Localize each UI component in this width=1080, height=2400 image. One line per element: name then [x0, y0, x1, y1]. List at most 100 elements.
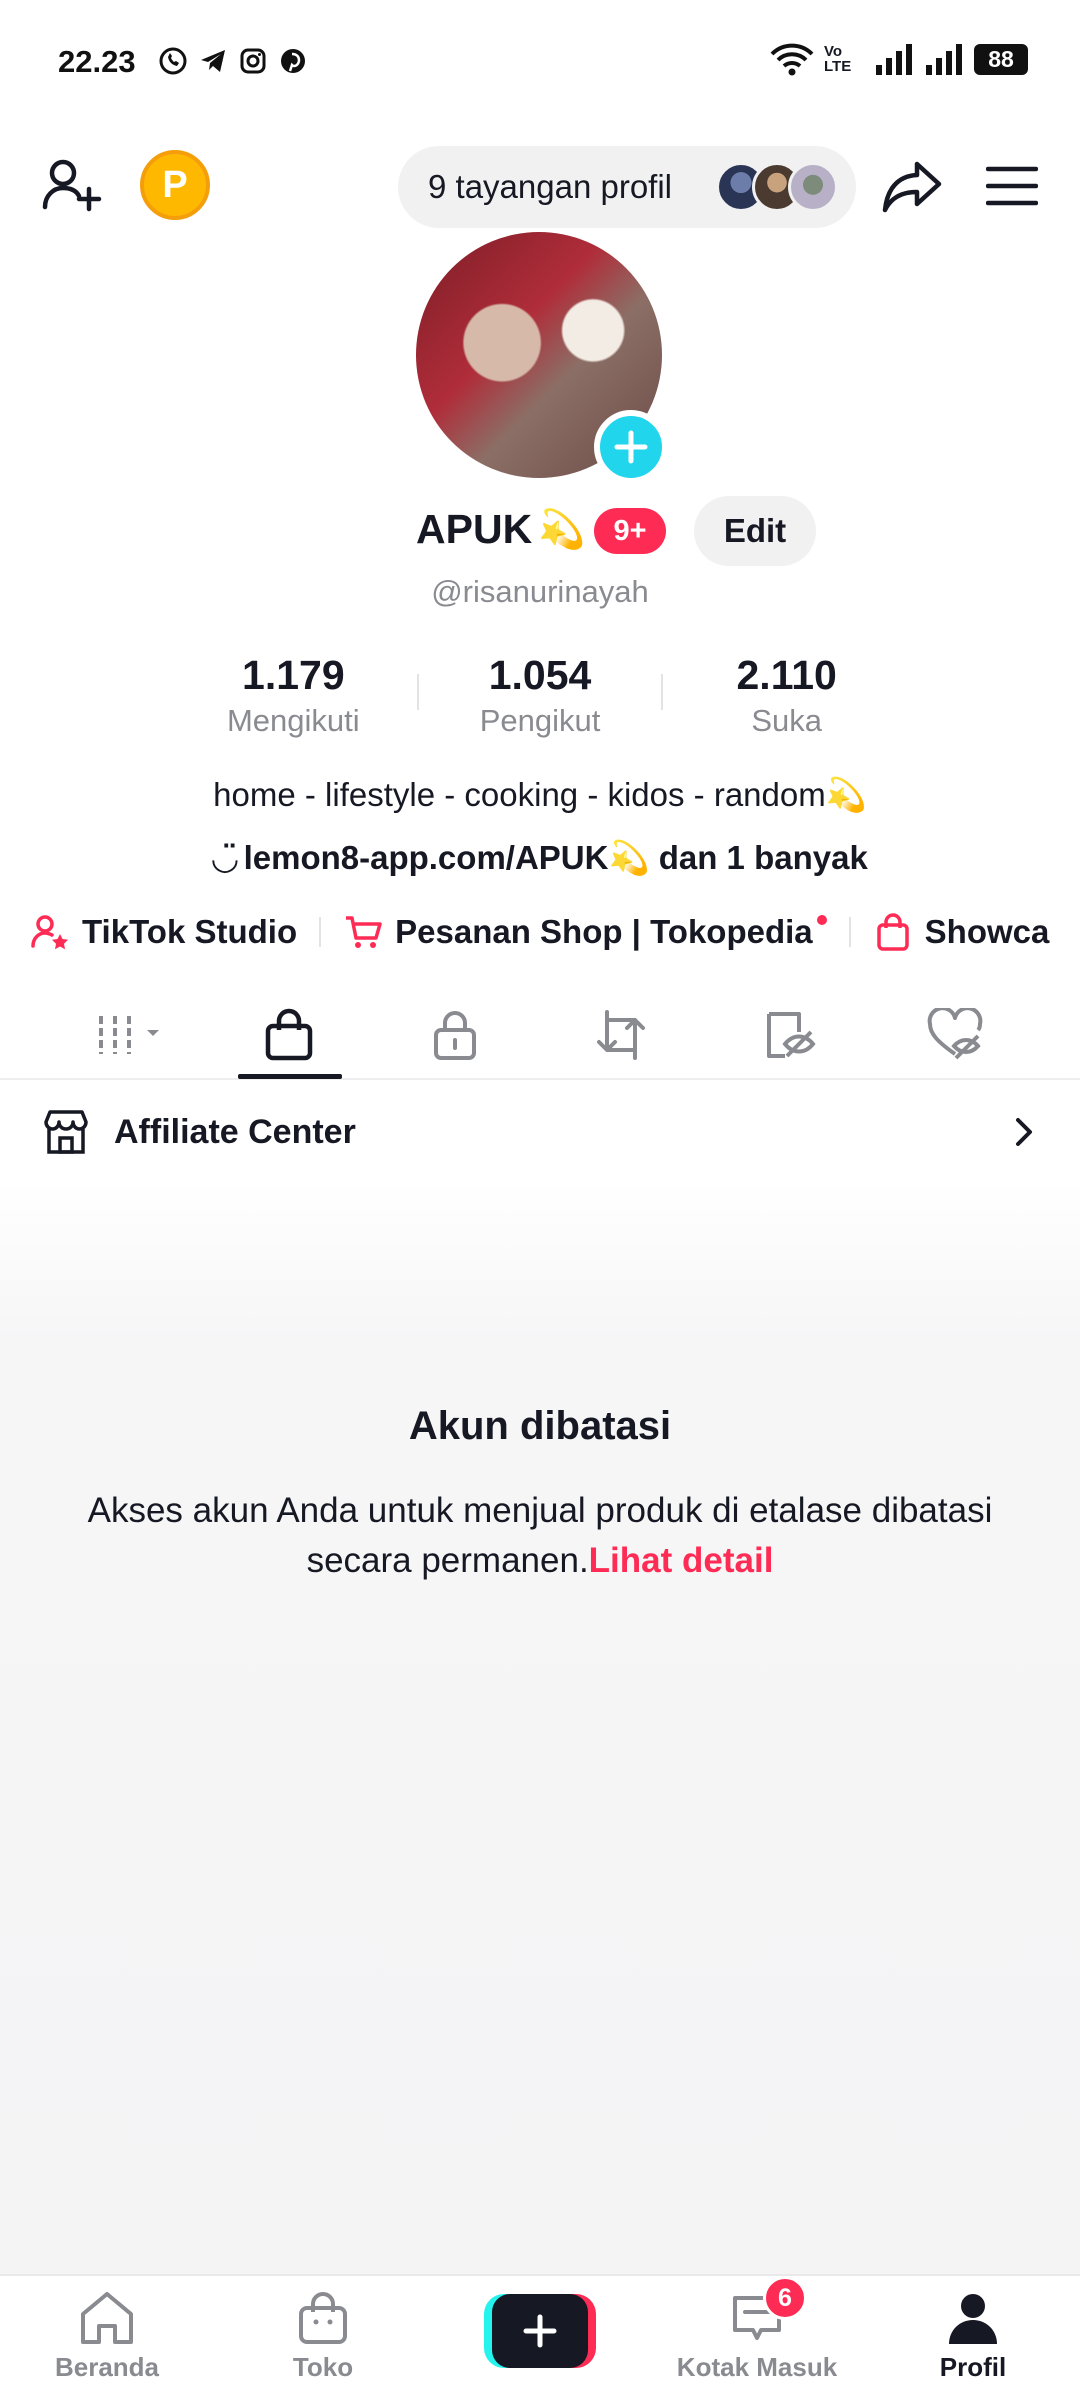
cart-icon [343, 912, 383, 952]
view-details-link[interactable]: Lihat detail [589, 1541, 774, 1580]
bio-text: home - lifestyle - cooking - kidos - ran… [213, 776, 867, 813]
battery-indicator: 88 [974, 43, 1028, 75]
restriction-text: Akses akun Anda untuk menjual produk di … [87, 1491, 993, 1580]
home-icon [75, 2286, 139, 2350]
stat-value: 2.110 [736, 652, 837, 698]
tab-favorites[interactable] [734, 990, 844, 1080]
profile-icon [941, 2286, 1005, 2350]
tab-reposts[interactable] [566, 990, 676, 1080]
hamburger-menu-icon [986, 166, 1038, 206]
viewer-avatar [788, 162, 838, 212]
tab-private[interactable] [400, 990, 510, 1080]
smile-icon: ◡̈ [212, 839, 238, 876]
shop-tab-content: Akun dibatasi Akses akun Anda untuk menj… [0, 1182, 1080, 2274]
display-name: APUK [416, 506, 533, 552]
plus-icon [614, 430, 648, 464]
stat-likes[interactable]: 2.110 Suka [663, 652, 910, 752]
restriction-message: Akses akun Anda untuk menjual produk di … [50, 1486, 1030, 1586]
profile-views-label: 9 tayangan profil [428, 168, 673, 205]
shortcut-label: Showca [924, 913, 1050, 950]
affiliate-center-label: Affiliate Center [114, 1112, 356, 1151]
repost-icon [597, 1010, 645, 1060]
bio-link[interactable]: ◡̈ lemon8-app.com/APUK💫 dan 1 banyak [0, 838, 1080, 878]
bio-link-text: lemon8-app.com/APUK💫 dan 1 banyak [243, 839, 868, 876]
affiliate-center-row[interactable]: Affiliate Center [0, 1082, 1080, 1182]
new-indicator-dot [816, 915, 827, 925]
inbox-badge: 6 [763, 2276, 807, 2320]
profile-views-button[interactable]: 9 tayangan profil [398, 146, 856, 228]
stat-value: 1.054 [488, 652, 592, 698]
name-row: APUK 💫 9+ Edit [0, 496, 1080, 570]
nav-profile[interactable]: Profil [888, 2286, 1058, 2396]
menu-button[interactable] [972, 146, 1052, 226]
liked-hidden-icon [927, 1008, 983, 1060]
status-bar: 22.23 Vo LTE 88 [0, 0, 1080, 126]
coin-button[interactable]: P [140, 150, 210, 220]
profile-stats: 1.179 Mengikuti 1.054 Pengikut 2.110 Suk… [170, 652, 910, 752]
status-indicators: Vo LTE 88 [770, 42, 1028, 76]
wifi-icon [770, 43, 814, 76]
status-app-icons [158, 46, 308, 76]
share-profile-button[interactable] [872, 146, 952, 226]
sparkle-icon: 💫 [538, 509, 586, 551]
status-time: 22.23 [58, 44, 136, 79]
plus-icon [492, 2294, 588, 2368]
whatsapp-icon [158, 46, 188, 76]
nav-label: Toko [292, 2352, 354, 2382]
nav-inbox[interactable]: 6 Kotak Masuk [672, 2276, 842, 2396]
shopping-bag-icon [265, 1008, 313, 1061]
content-tabs [0, 990, 1080, 1080]
top-bar: P 9 tayangan profil [0, 140, 1080, 230]
shortcut-showcase[interactable]: Showca [873, 912, 1050, 952]
nav-home[interactable]: Beranda [22, 2286, 192, 2396]
shortcut-row: TikTok Studio Pesanan Shop | Tokopedia S… [30, 904, 1080, 960]
add-friend-button[interactable] [34, 148, 108, 222]
shortcut-label: Pesanan Shop | Tokopedia [395, 913, 813, 950]
nav-label: Profil [939, 2352, 1007, 2382]
chevron-right-icon [1016, 1118, 1032, 1146]
share-icon [882, 161, 942, 213]
stat-label: Mengikuti [226, 703, 360, 738]
edit-profile-button[interactable]: Edit [694, 496, 816, 566]
stat-following[interactable]: 1.179 Mengikuti [170, 652, 417, 752]
tab-shop[interactable] [234, 990, 344, 1080]
nav-label: Beranda [54, 2352, 160, 2382]
notification-badge[interactable]: 9+ [594, 508, 666, 554]
user-star-icon [30, 912, 70, 952]
add-story-button[interactable] [594, 410, 668, 484]
divider [416, 674, 419, 710]
volte-label: Vo LTE [824, 43, 852, 75]
hidden-post-icon [767, 1012, 816, 1058]
divider [848, 917, 851, 947]
shortcut-tokopedia-orders[interactable]: Pesanan Shop | Tokopedia [343, 912, 827, 952]
add-user-icon [42, 159, 102, 212]
tab-videos[interactable] [80, 990, 190, 1080]
create-button[interactable] [484, 2294, 596, 2368]
stat-label: Suka [751, 703, 823, 738]
nav-shop[interactable]: Toko [238, 2286, 408, 2396]
stat-label: Pengikut [479, 703, 601, 738]
shop-bag-icon [291, 2286, 355, 2350]
shopping-bag-icon [873, 912, 913, 952]
stat-value: 1.179 [242, 652, 345, 698]
pinterest-icon [278, 46, 308, 76]
nav-label: Kotak Masuk [676, 2352, 838, 2382]
stat-followers[interactable]: 1.054 Pengikut [416, 652, 664, 752]
instagram-icon [238, 46, 268, 76]
store-icon [42, 1108, 90, 1156]
tab-liked[interactable] [900, 990, 1010, 1080]
inbox-icon: 6 [725, 2276, 807, 2350]
signal-icon [876, 44, 912, 75]
bottom-navigation: Beranda Toko 6 Kotak Masuk Profil [0, 2274, 1080, 2400]
signal-icon [926, 44, 962, 75]
divider [319, 917, 322, 947]
restriction-title: Akun dibatasi [408, 1404, 672, 1448]
shortcut-tiktok-studio[interactable]: TikTok Studio [30, 912, 297, 952]
username: @risanurinayah [431, 574, 649, 609]
viewer-avatars [716, 162, 838, 212]
active-tab-indicator [238, 1074, 342, 1079]
shortcut-label: TikTok Studio [82, 913, 298, 950]
telegram-icon [198, 46, 228, 76]
grid-icon [99, 1016, 159, 1054]
profile-screen: 22.23 Vo LTE 88 P 9 tayangan profil APUK… [0, 0, 1080, 2400]
